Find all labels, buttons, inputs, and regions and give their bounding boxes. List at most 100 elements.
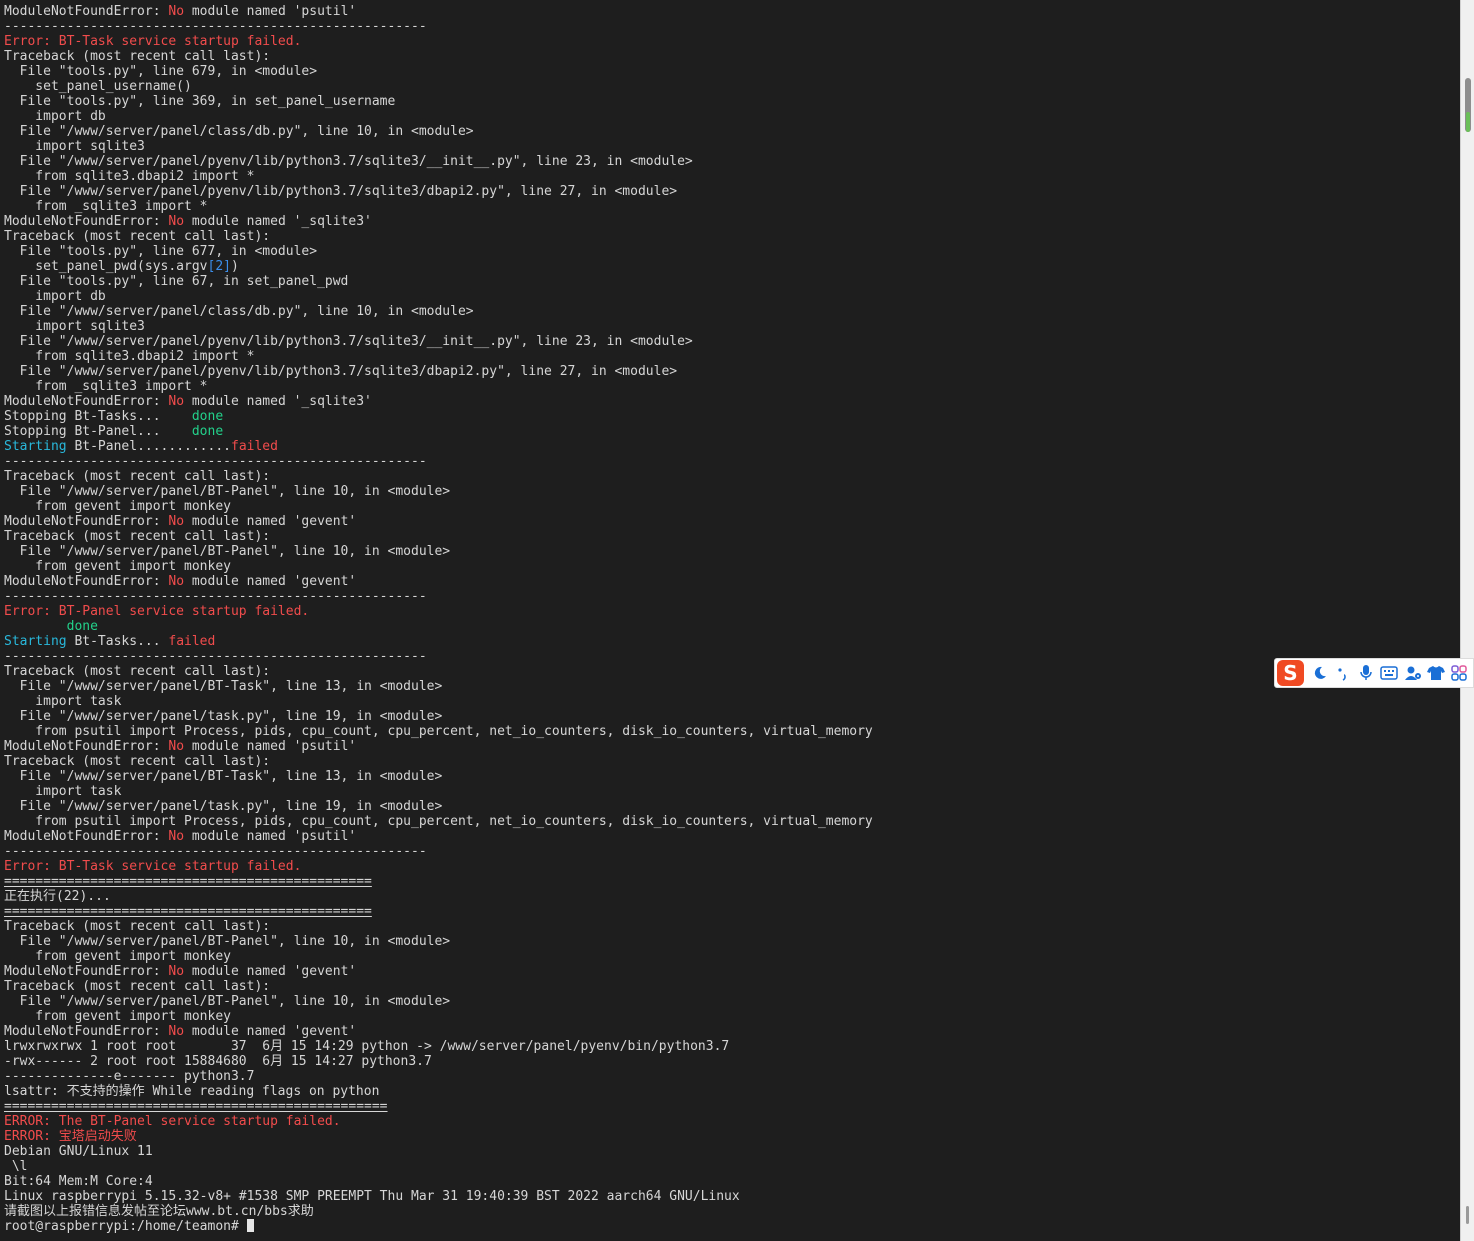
terminal-line: ========================================…	[4, 1099, 873, 1114]
terminal-line: 正在执行(22)...	[4, 889, 873, 904]
user-settings-icon[interactable]	[1403, 661, 1422, 685]
terminal-text-segment: done	[191, 409, 224, 424]
terminal-line: File "/www/server/panel/BT-Panel", line …	[4, 934, 873, 949]
moon-icon[interactable]	[1310, 661, 1329, 685]
terminal-text-segment: Traceback (most recent call last):	[4, 49, 271, 64]
terminal-text-segment: Traceback (most recent call last):	[4, 754, 271, 769]
keyboard-icon[interactable]	[1380, 661, 1399, 685]
terminal-text-segment: ModuleNotFoundError:	[4, 214, 169, 229]
terminal-line: File "/www/server/panel/pyenv/lib/python…	[4, 154, 873, 169]
toolbox-grid-icon[interactable]	[1450, 661, 1469, 685]
terminal-text-segment: File "/www/server/panel/class/db.py", li…	[4, 124, 474, 139]
terminal-line: File "/www/server/panel/pyenv/lib/python…	[4, 334, 873, 349]
terminal-line: lsattr: 不支持的操作 While reading flags on py…	[4, 1084, 873, 1099]
terminal-line: Stopping Bt-Panel... done	[4, 424, 873, 439]
terminal-line: File "/www/server/panel/BT-Panel", line …	[4, 994, 873, 1009]
terminal-text-segment: from sqlite3.dbapi2 import *	[4, 169, 255, 184]
terminal-line: ModuleNotFoundError: No module named 'ge…	[4, 574, 873, 589]
terminal-line: from sqlite3.dbapi2 import *	[4, 349, 873, 364]
terminal-text-segment: [2]	[207, 259, 231, 274]
terminal-text-segment: ----------------------------------------…	[4, 589, 427, 604]
terminal-line: Traceback (most recent call last):	[4, 469, 873, 484]
terminal-text-segment: No	[168, 829, 185, 844]
terminal-line: Traceback (most recent call last):	[4, 754, 873, 769]
terminal-line: ----------------------------------------…	[4, 589, 873, 604]
terminal-line: ModuleNotFoundError: No module named 'ge…	[4, 514, 873, 529]
vertical-scrollbar[interactable]	[1460, 0, 1474, 1241]
terminal-line: import db	[4, 289, 873, 304]
terminal-line: import task	[4, 694, 873, 709]
terminal-line: 请截图以上报错信息发帖至论坛www.bt.cn/bbs求助	[4, 1204, 873, 1219]
terminal-text-segment: ----------------------------------------…	[4, 19, 427, 34]
microphone-icon[interactable]	[1357, 661, 1376, 685]
terminal-line: Error: BT-Task service startup failed.	[4, 859, 873, 874]
terminal-text-segment: module named 'psutil'	[184, 739, 357, 754]
terminal-line: File "/www/server/panel/pyenv/lib/python…	[4, 364, 873, 379]
terminal-text-segment: ModuleNotFoundError:	[4, 964, 169, 979]
terminal-line: ModuleNotFoundError: No module named '_s…	[4, 214, 873, 229]
terminal-line: ----------------------------------------…	[4, 649, 873, 664]
terminal-text-segment: from gevent import monkey	[4, 1009, 231, 1024]
terminal-text-segment: root@raspberrypi:/home/teamon#	[4, 1219, 247, 1234]
terminal-window[interactable]: ModuleNotFoundError: No module named 'ps…	[0, 0, 1460, 1241]
terminal-text-segment: lrwxrwxrwx 1 root root 37 6月 15 14:29 py…	[4, 1039, 730, 1054]
terminal-line: Bit:64 Mem:M Core:4	[4, 1174, 873, 1189]
skin-shirt-icon[interactable]	[1426, 661, 1446, 685]
terminal-line: File "/www/server/panel/BT-Panel", line …	[4, 544, 873, 559]
terminal-text-segment: Bt-Panel............	[66, 439, 231, 454]
terminal-text-segment: File "/www/server/panel/BT-Panel", line …	[4, 544, 451, 559]
terminal-text-segment: from sqlite3.dbapi2 import *	[4, 349, 255, 364]
terminal-text-segment: No	[168, 964, 185, 979]
terminal-line: ModuleNotFoundError: No module named 'ps…	[4, 829, 873, 844]
terminal-line: ERROR: 宝塔启动失败	[4, 1129, 873, 1144]
terminal-line: Traceback (most recent call last):	[4, 664, 873, 679]
ime-toolbar[interactable]: S	[1274, 658, 1474, 688]
terminal-text-segment: Linux raspberrypi 5.15.32-v8+ #1538 SMP …	[4, 1189, 740, 1204]
terminal-text-segment: )	[230, 259, 239, 274]
terminal-text-segment: No	[168, 4, 185, 19]
terminal-line: --------------e------- python3.7	[4, 1069, 873, 1084]
terminal-text-segment: set_panel_username()	[4, 79, 192, 94]
terminal-line: Traceback (most recent call last):	[4, 49, 873, 64]
terminal-text-segment: ----------------------------------------…	[4, 844, 427, 859]
terminal-line: ----------------------------------------…	[4, 454, 873, 469]
terminal-line: Error: BT-Panel service startup failed.	[4, 604, 873, 619]
sogou-logo-icon[interactable]: S	[1277, 660, 1304, 686]
terminal-text-segment: Error: BT-Panel service startup failed.	[4, 604, 310, 619]
terminal-line: root@raspberrypi:/home/teamon#	[4, 1219, 873, 1234]
terminal-text-segment: from _sqlite3 import *	[4, 199, 208, 214]
terminal-line: ----------------------------------------…	[4, 844, 873, 859]
terminal-text-segment: Starting	[4, 634, 67, 649]
terminal-line: ----------------------------------------…	[4, 19, 873, 34]
punctuation-icon[interactable]	[1333, 661, 1352, 685]
terminal-line: Traceback (most recent call last):	[4, 979, 873, 994]
terminal-line: ========================================…	[4, 874, 873, 889]
terminal-line: File "/www/server/panel/task.py", line 1…	[4, 709, 873, 724]
terminal-text-segment: --------------e------- python3.7	[4, 1069, 255, 1084]
terminal-text-segment: ========================================…	[4, 1099, 388, 1114]
terminal-text-segment: Traceback (most recent call last):	[4, 664, 271, 679]
terminal-text-segment: -rwx------ 2 root root 15884680 6月 15 14…	[4, 1054, 432, 1069]
terminal-text-segment: File "tools.py", line 369, in set_panel_…	[4, 94, 396, 109]
terminal-text-segment: Error: BT-Task service startup failed.	[4, 859, 302, 874]
terminal-text-segment: 请截图以上报错信息发帖至论坛www.bt.cn/bbs求助	[4, 1204, 314, 1219]
terminal-text-segment: 正在执行(22)...	[4, 889, 111, 904]
terminal-line: \l	[4, 1159, 873, 1174]
terminal-text-segment: Traceback (most recent call last):	[4, 979, 271, 994]
terminal-text-segment: failed	[168, 634, 216, 649]
terminal-text-segment: module named '_sqlite3'	[184, 394, 372, 409]
terminal-line: set_panel_username()	[4, 79, 873, 94]
terminal-text-segment: File "/www/server/panel/task.py", line 1…	[4, 799, 443, 814]
terminal-text-segment: ========================================…	[4, 904, 372, 919]
terminal-text-segment: Traceback (most recent call last):	[4, 469, 271, 484]
terminal-line: Error: BT-Task service startup failed.	[4, 34, 873, 49]
terminal-text-segment: Traceback (most recent call last):	[4, 919, 271, 934]
terminal-text-segment: ModuleNotFoundError:	[4, 574, 169, 589]
terminal-text-segment: module named '_sqlite3'	[184, 214, 372, 229]
terminal-text-segment: from _sqlite3 import *	[4, 379, 208, 394]
terminal-text-segment: from gevent import monkey	[4, 949, 231, 964]
terminal-text-segment: File "/www/server/panel/pyenv/lib/python…	[4, 154, 693, 169]
terminal-line: set_panel_pwd(sys.argv[2])	[4, 259, 873, 274]
terminal-line: ========================================…	[4, 904, 873, 919]
